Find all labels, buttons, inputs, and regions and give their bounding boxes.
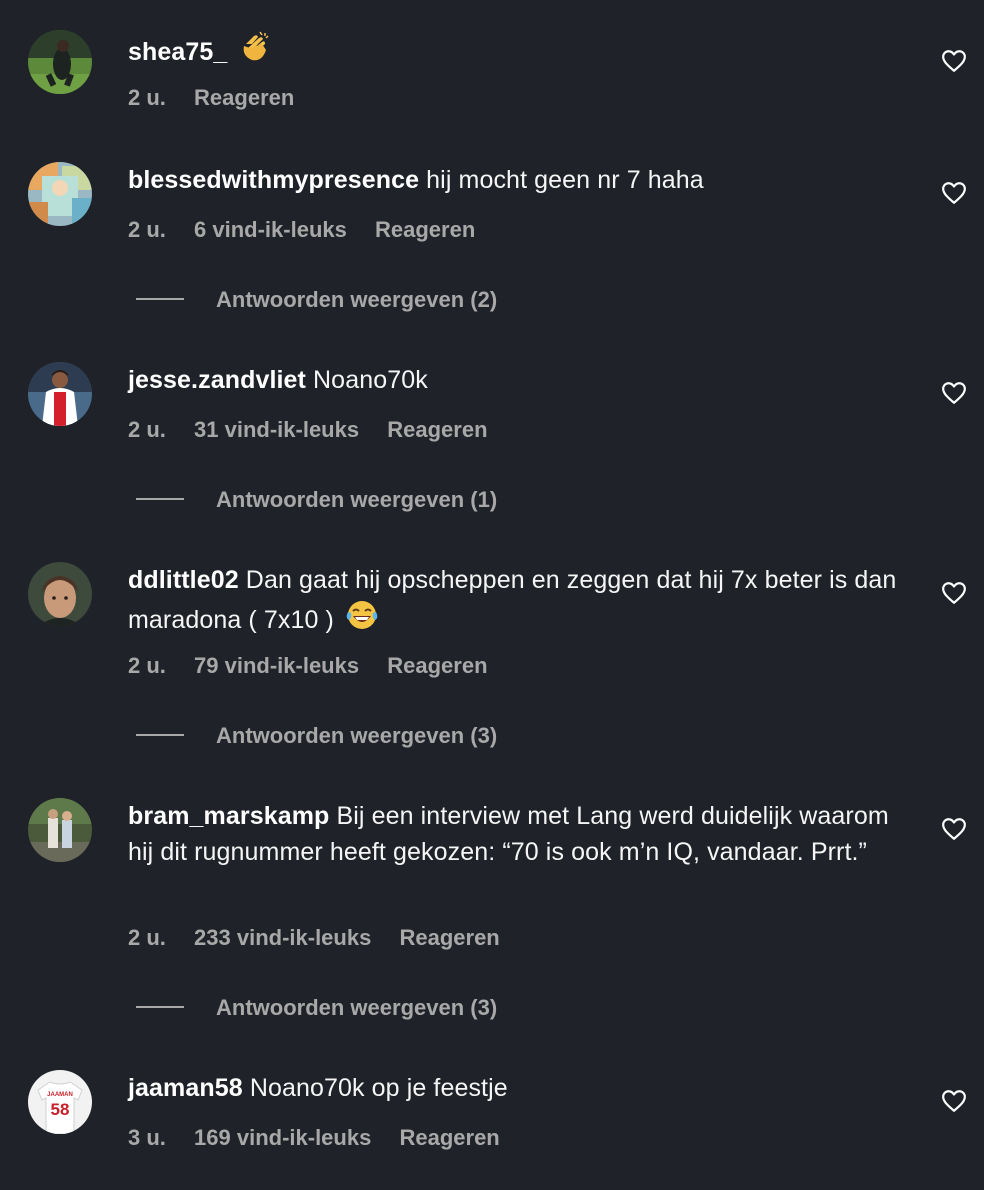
comment-body: Noano70k <box>313 366 428 394</box>
avatar[interactable] <box>28 30 92 94</box>
like-heart-icon[interactable] <box>941 380 967 406</box>
view-replies-button[interactable]: Antwoorden weergeven (3) <box>136 721 497 751</box>
comment-username[interactable]: ddlittle02 <box>128 566 239 594</box>
view-replies-button[interactable]: Antwoorden weergeven (2) <box>136 285 497 315</box>
like-heart-icon[interactable] <box>941 1088 967 1114</box>
replies-divider <box>136 298 184 301</box>
reply-button[interactable]: Reageren <box>194 83 294 113</box>
comment-time: 3 u. <box>128 1125 166 1150</box>
comment-text: ddlittle02 Dan gaat hij opscheppen en ze… <box>128 562 918 642</box>
comment-username[interactable]: bram_marskamp <box>128 802 329 830</box>
replies-divider <box>136 498 184 501</box>
comment-username[interactable]: shea75_ <box>128 38 227 66</box>
comment-username[interactable]: blessedwithmypresence <box>128 166 419 194</box>
comment-meta: 2 u. 31 vind-ik-leuks Reageren <box>128 415 510 445</box>
comment-text: blessedwithmypresence hij mocht geen nr … <box>128 162 918 198</box>
avatar[interactable]: JAAMAN 58 <box>28 1070 92 1134</box>
likes-count[interactable]: 6 vind-ik-leuks <box>194 215 347 245</box>
reply-button[interactable]: Reageren <box>387 651 487 681</box>
comment-body: Noano70k op je feestje <box>249 1074 508 1102</box>
reply-button[interactable]: Reageren <box>375 215 475 245</box>
view-replies-button[interactable]: Antwoorden weergeven (1) <box>136 485 497 515</box>
comment-body: hij mocht geen nr 7 haha <box>426 166 704 194</box>
clapping-hands-icon <box>238 30 272 74</box>
likes-count[interactable]: 233 vind-ik-leuks <box>194 923 371 953</box>
replies-divider <box>136 1006 184 1009</box>
comment-time: 2 u. <box>128 925 166 950</box>
avatar[interactable] <box>28 562 92 626</box>
face-with-tears-of-joy-icon <box>345 598 379 642</box>
reply-button[interactable]: Reageren <box>399 923 499 953</box>
comment-username[interactable]: jesse.zandvliet <box>128 366 306 394</box>
avatar[interactable] <box>28 798 92 862</box>
reply-button[interactable]: Reageren <box>399 1123 499 1153</box>
comment-time: 2 u. <box>128 217 166 242</box>
replies-divider <box>136 734 184 737</box>
likes-count[interactable]: 79 vind-ik-leuks <box>194 651 359 681</box>
comment-meta: 3 u. 169 vind-ik-leuks Reageren <box>128 1123 522 1153</box>
comment-meta: 2 u. 233 vind-ik-leuks Reageren <box>128 923 522 953</box>
comment-meta: 2 u. 6 vind-ik-leuks Reageren <box>128 215 497 245</box>
comment-time: 2 u. <box>128 653 166 678</box>
view-replies-button[interactable]: Antwoorden weergeven (3) <box>136 993 497 1023</box>
view-replies-label: Antwoorden weergeven (2) <box>216 287 498 312</box>
likes-count[interactable]: 169 vind-ik-leuks <box>194 1123 371 1153</box>
comment-text: bram_marskamp Bij een interview met Lang… <box>128 798 918 870</box>
view-replies-label: Antwoorden weergeven (1) <box>216 487 498 512</box>
avatar[interactable] <box>28 362 92 426</box>
like-heart-icon[interactable] <box>941 48 967 74</box>
likes-count[interactable]: 31 vind-ik-leuks <box>194 415 359 445</box>
view-replies-label: Antwoorden weergeven (3) <box>216 723 498 748</box>
comment-body: Dan gaat hij opscheppen en zeggen dat hi… <box>128 566 897 634</box>
comment-time: 2 u. <box>128 417 166 442</box>
comment-meta: 2 u. Reageren <box>128 83 316 113</box>
comment-time: 2 u. <box>128 85 166 110</box>
like-heart-icon[interactable] <box>941 816 967 842</box>
comment-username[interactable]: jaaman58 <box>128 1074 243 1102</box>
comment-text: shea75_ <box>128 30 918 74</box>
view-replies-label: Antwoorden weergeven (3) <box>216 995 498 1020</box>
like-heart-icon[interactable] <box>941 180 967 206</box>
comment-text: jesse.zandvliet Noano70k <box>128 362 918 398</box>
avatar-jersey-number: 58 <box>51 1100 70 1119</box>
reply-button[interactable]: Reageren <box>387 415 487 445</box>
avatar-jersey-name: JAAMAN <box>47 1092 73 1098</box>
like-heart-icon[interactable] <box>941 580 967 606</box>
comment-text: jaaman58 Noano70k op je feestje <box>128 1070 918 1106</box>
comment-meta: 2 u. 79 vind-ik-leuks Reageren <box>128 651 510 681</box>
avatar[interactable] <box>28 162 92 226</box>
